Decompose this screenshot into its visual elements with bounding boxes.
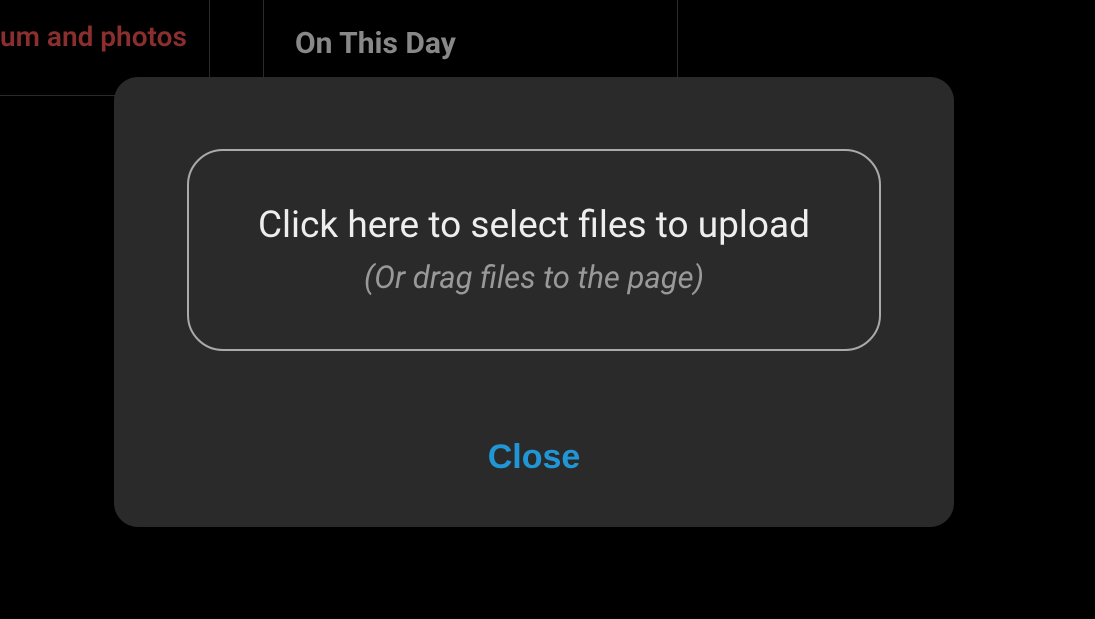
close-button[interactable]: Close xyxy=(468,428,601,487)
tab-label: um and photos xyxy=(0,20,187,53)
divider xyxy=(263,0,264,79)
tab-album-photos[interactable]: um and photos xyxy=(0,10,187,63)
section-heading-on-this-day: On This Day xyxy=(295,26,456,61)
dropzone-sub-text: (Or drag files to the page) xyxy=(364,259,704,296)
file-dropzone[interactable]: Click here to select files to upload (Or… xyxy=(187,149,881,351)
dropzone-main-text: Click here to select files to upload xyxy=(258,204,810,247)
divider xyxy=(677,0,678,79)
upload-modal: Click here to select files to upload (Or… xyxy=(114,77,954,527)
